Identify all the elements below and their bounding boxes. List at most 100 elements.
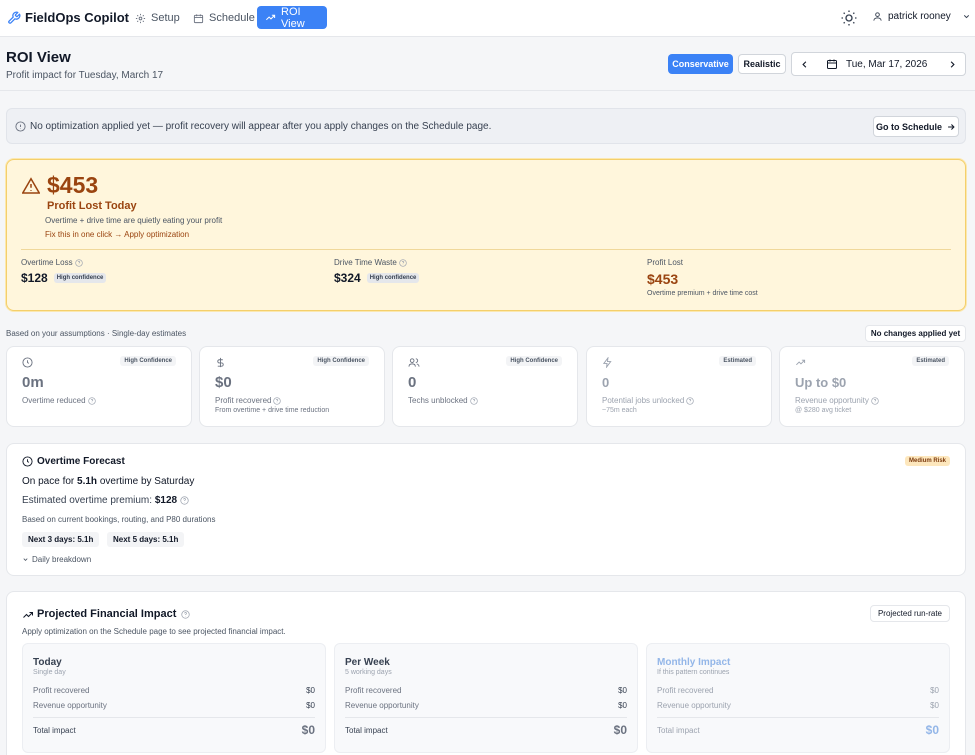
nav-roi-view[interactable]: ROI View: [257, 6, 327, 30]
divider: [345, 717, 627, 718]
period-title: Per Week: [345, 657, 390, 668]
stat-card-jobs: Estimated 0 Potential jobs unlocked ~75m…: [586, 346, 772, 427]
confidence-badge: High Confidence: [120, 356, 176, 366]
help-icon[interactable]: [469, 396, 478, 405]
metric-overtime-loss: Overtime Loss $128 High confidence: [21, 258, 107, 285]
metric-value: $324: [334, 271, 361, 285]
go-to-schedule-label: Go to Schedule: [875, 121, 942, 132]
date-label[interactable]: Tue, Mar 17, 2026: [846, 59, 927, 70]
profit-lost-description: Overtime + drive time are quietly eating…: [45, 216, 223, 225]
help-icon[interactable]: [273, 396, 282, 405]
metric-label: Profit Lost: [647, 258, 684, 267]
row-value: $0: [618, 686, 627, 695]
stat-note: ~75m each: [602, 407, 637, 414]
nav-setup[interactable]: Setup: [127, 6, 188, 30]
help-icon[interactable]: [686, 396, 694, 405]
risk-badge: Medium Risk: [904, 456, 950, 466]
help-icon[interactable]: [74, 258, 83, 267]
stat-label-wrap: Potential jobs unlocked: [602, 396, 694, 405]
stat-value: Up to $0: [795, 375, 847, 390]
brand-name: FieldOps Copilot: [25, 10, 129, 25]
stat-label: Techs unblocked: [408, 396, 468, 405]
metric-note: Overtime premium + drive time cost: [647, 290, 758, 297]
help-icon[interactable]: [87, 396, 96, 405]
forecast-chip: Next 5 days: 5.1h: [107, 532, 185, 547]
period-title: Today: [33, 657, 62, 668]
status-badge: No changes applied yet: [865, 325, 966, 342]
stat-label: Revenue opportunity: [795, 396, 869, 405]
metric-profit-lost: Profit Lost $453 Overtime premium + driv…: [647, 258, 758, 297]
period-week: Per Week 5 working days Profit recovered…: [334, 643, 638, 753]
divider: [657, 717, 939, 718]
daily-breakdown-toggle[interactable]: Daily breakdown: [22, 555, 91, 564]
chevron-right-icon[interactable]: [947, 59, 958, 70]
go-to-schedule-button[interactable]: Go to Schedule: [873, 116, 959, 137]
profit-lost-label: Profit Lost Today: [47, 200, 137, 212]
row-label: Profit recovered: [33, 686, 90, 695]
row-label: Revenue opportunity: [33, 701, 107, 710]
estimated-badge: Estimated: [719, 356, 756, 366]
period-today: Today Single day Profit recovered $0 Reve…: [22, 643, 326, 753]
forecast-pace: On pace for 5.1h overtime by Saturday: [22, 476, 194, 487]
total-value: $0: [925, 723, 939, 737]
period-row-profit: Profit recovered $0: [657, 686, 939, 695]
metric-row: $128 High confidence: [21, 271, 107, 285]
stat-label: Profit recovered: [215, 396, 272, 405]
help-icon[interactable]: [181, 609, 190, 619]
user-menu[interactable]: patrick rooney: [872, 11, 971, 22]
metric-value: $128: [21, 271, 48, 285]
divider: [21, 249, 951, 250]
chevron-down-icon: [962, 12, 971, 21]
help-icon[interactable]: [180, 496, 189, 505]
premium-label: Estimated overtime premium:: [22, 495, 155, 506]
stat-note: From overtime + drive time reduction: [215, 407, 330, 414]
stat-card-overtime: High Confidence 0m Overtime reduced: [6, 346, 192, 427]
projected-impact-card: Projected Financial Impact Projected run…: [6, 591, 966, 755]
top-navbar: FieldOps Copilot Setup Schedule ROI View…: [0, 0, 975, 37]
total-label: Total impact: [345, 725, 388, 735]
total-value: $0: [301, 723, 315, 737]
assumptions-text: Based on your assumptions · Single-day e…: [6, 329, 187, 338]
user-name: patrick rooney: [888, 11, 951, 22]
chevron-left-icon[interactable]: [799, 59, 810, 70]
user-icon: [872, 11, 883, 22]
daily-breakdown-label: Daily breakdown: [32, 555, 92, 564]
overtime-forecast-card: Overtime Forecast Medium Risk On pace fo…: [6, 443, 966, 576]
help-icon[interactable]: [871, 396, 879, 405]
period-row-profit: Profit recovered $0: [345, 686, 627, 695]
stat-card-revenue: Estimated Up to $0 Revenue opportunity @…: [779, 346, 965, 427]
impact-title: Projected Financial Impact: [37, 608, 177, 620]
theme-toggle-button[interactable]: [840, 9, 858, 27]
total-label: Total impact: [657, 725, 700, 735]
stat-label-wrap: Revenue opportunity: [795, 396, 879, 405]
metric-drive-time-waste: Drive Time Waste $324 High confidence: [334, 258, 420, 285]
premium-value: $128: [154, 495, 178, 506]
conservative-button[interactable]: Conservative: [668, 54, 733, 74]
row-label: Profit recovered: [345, 686, 402, 695]
row-value: $0: [306, 701, 315, 710]
brand[interactable]: FieldOps Copilot: [7, 10, 129, 25]
period-row-profit: Profit recovered $0: [33, 686, 315, 695]
stat-value: 0: [408, 374, 417, 391]
impact-description: Apply optimization on the Schedule page …: [22, 627, 286, 636]
metric-label-wrap: Overtime Loss: [21, 258, 106, 267]
realistic-button[interactable]: Realistic: [738, 54, 786, 74]
warning-icon: [22, 177, 40, 194]
nav-setup-label: Setup: [151, 12, 180, 24]
estimated-badge: Estimated: [912, 356, 949, 366]
nav-schedule[interactable]: Schedule: [185, 6, 263, 30]
calendar-icon: [193, 13, 204, 24]
impact-title-wrap: Projected Financial Impact: [37, 608, 190, 620]
divider: [33, 717, 315, 718]
profit-lost-card: $453 Profit Lost Today Overtime + drive …: [6, 159, 966, 311]
row-value: $0: [618, 701, 627, 710]
apply-optimization-link[interactable]: Fix this in one click → Apply optimizati…: [45, 230, 189, 239]
forecast-title: Overtime Forecast: [37, 456, 125, 467]
stat-label-wrap: Overtime reduced: [22, 396, 96, 405]
confidence-badge: High Confidence: [506, 356, 562, 366]
metric-label-wrap: Drive Time Waste: [334, 258, 419, 267]
forecast-basis: Based on current bookings, routing, and …: [22, 515, 216, 524]
bolt-icon: [602, 357, 613, 368]
metric-row: $453: [647, 271, 758, 287]
help-icon[interactable]: [399, 258, 407, 267]
